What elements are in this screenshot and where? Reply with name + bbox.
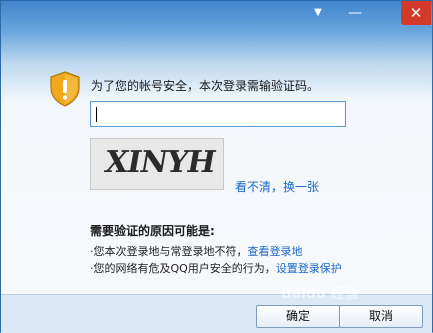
- captcha-text: XINYH: [101, 145, 218, 180]
- reason-text: ·您本次登录地与常登录地不符，: [90, 245, 248, 258]
- title-bar: ▼ — ✕: [1, 1, 432, 33]
- verification-code-input[interactable]: [90, 101, 346, 127]
- warning-shield-icon: [50, 71, 80, 107]
- dialog-footer: 确定 取消: [1, 294, 432, 333]
- close-button[interactable]: ✕: [401, 1, 431, 25]
- text-caret: [96, 107, 97, 122]
- captcha-image: XINYH: [90, 138, 224, 190]
- verification-dialog: ▼ — ✕ 为了您的帐号安全，本次登录需输验证码。 XINYH 看不清，换一张 …: [0, 0, 433, 333]
- ok-button[interactable]: 确定: [256, 305, 340, 328]
- watermark: Baidu 经验: [281, 286, 359, 302]
- reason-item: ·您本次登录地与常登录地不符，查看登录地: [90, 243, 303, 259]
- verification-message: 为了您的帐号安全，本次登录需输验证码。: [91, 79, 320, 93]
- menu-dropdown-icon[interactable]: ▼: [305, 1, 331, 25]
- refresh-captcha-link[interactable]: 看不清，换一张: [235, 178, 319, 195]
- minimize-button[interactable]: —: [342, 1, 368, 25]
- cancel-button[interactable]: 取消: [339, 305, 423, 328]
- set-login-protection-link[interactable]: 设置登录保护: [276, 262, 342, 275]
- view-login-location-link[interactable]: 查看登录地: [248, 245, 303, 258]
- reason-text: ·您的网络有危及QQ用户安全的行为，: [90, 262, 276, 275]
- reason-item: ·您的网络有危及QQ用户安全的行为，设置登录保护: [90, 260, 342, 276]
- reason-title: 需要验证的原因可能是:: [90, 224, 215, 238]
